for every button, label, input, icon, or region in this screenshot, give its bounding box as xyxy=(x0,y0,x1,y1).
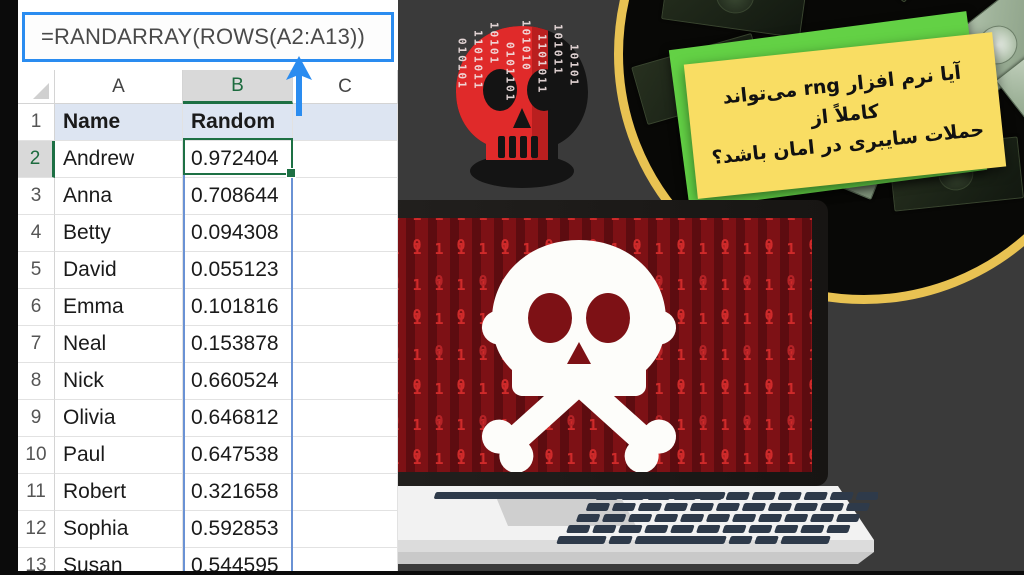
row-number[interactable]: 8 xyxy=(18,363,55,400)
cell-c9[interactable] xyxy=(293,400,398,437)
row-number[interactable]: 2 xyxy=(18,141,55,178)
table-row[interactable]: 9 Olivia 0.646812 xyxy=(18,400,398,437)
svg-text:1101011: 1101011 xyxy=(472,30,485,90)
cell-c10[interactable] xyxy=(293,437,398,474)
svg-text:0101101: 0101101 xyxy=(504,42,517,102)
left-border xyxy=(0,0,18,575)
rows-container: 1 Name Random 2 Andrew 0.972404 3 Anna 0… xyxy=(18,104,398,575)
cell-a11[interactable]: Robert xyxy=(55,474,183,511)
cell-c5[interactable] xyxy=(293,252,398,289)
pointer-arrow-icon xyxy=(286,56,312,116)
cell-a5[interactable]: David xyxy=(55,252,183,289)
cell-b3[interactable]: 0.708644 xyxy=(183,178,293,215)
row-number[interactable]: 11 xyxy=(18,474,55,511)
table-row[interactable]: 6 Emma 0.101816 xyxy=(18,289,398,326)
row-number[interactable]: 4 xyxy=(18,215,55,252)
table-row[interactable]: 10 Paul 0.647538 xyxy=(18,437,398,474)
cell-c3[interactable] xyxy=(293,178,398,215)
cell-a2[interactable]: Andrew xyxy=(55,141,183,178)
svg-text:101011: 101011 xyxy=(552,24,565,76)
table-row[interactable]: 11 Robert 0.321658 xyxy=(18,474,398,511)
cell-c4[interactable] xyxy=(293,215,398,252)
formula-input[interactable]: =RANDARRAY(ROWS(A2:A13)) xyxy=(22,12,394,62)
cell-c2[interactable] xyxy=(293,141,398,178)
column-header-row: A B C xyxy=(18,70,398,104)
cell-a7[interactable]: Neal xyxy=(55,326,183,363)
cell-b12[interactable]: 0.592853 xyxy=(183,511,293,548)
row-number[interactable]: 7 xyxy=(18,326,55,363)
cell-a10[interactable]: Paul xyxy=(55,437,183,474)
cell-a12[interactable]: Sophia xyxy=(55,511,183,548)
table-row[interactable]: 2 Andrew 0.972404 xyxy=(18,141,398,178)
cell-c8[interactable] xyxy=(293,363,398,400)
cell-b1[interactable]: Random xyxy=(183,104,293,141)
cell-a8[interactable]: Nick xyxy=(55,363,183,400)
callout-text: آیا نرم افزار rng می‌تواند کاملاً از حمل… xyxy=(686,55,1004,175)
svg-text:10101: 10101 xyxy=(488,22,501,65)
cell-a4[interactable]: Betty xyxy=(55,215,183,252)
cell-b8[interactable]: 0.660524 xyxy=(183,363,293,400)
cell-b2[interactable]: 0.972404 xyxy=(183,141,293,178)
row-number[interactable]: 6 xyxy=(18,289,55,326)
poster-canvas: آیا نرم افزار rng می‌تواند کاملاً از حمل… xyxy=(0,0,1024,575)
table-row[interactable]: 5 David 0.055123 xyxy=(18,252,398,289)
cell-c7[interactable] xyxy=(293,326,398,363)
table-row[interactable]: 7 Neal 0.153878 xyxy=(18,326,398,363)
row-number[interactable]: 1 xyxy=(18,104,55,141)
cell-b6[interactable]: 0.101816 xyxy=(183,289,293,326)
excel-spreadsheet: =RANDARRAY(ROWS(A2:A13)) A B C 1 Name Ra… xyxy=(18,0,398,575)
row-number[interactable]: 12 xyxy=(18,511,55,548)
cell-c12[interactable] xyxy=(293,511,398,548)
laptop-graphic: 1 0 0 xyxy=(318,200,878,564)
column-header-a[interactable]: A xyxy=(55,70,183,104)
column-header-b[interactable]: B xyxy=(183,70,293,104)
table-row[interactable]: 12 Sophia 0.592853 xyxy=(18,511,398,548)
table-row[interactable]: 3 Anna 0.708644 xyxy=(18,178,398,215)
select-all-corner[interactable] xyxy=(18,70,55,104)
cell-a3[interactable]: Anna xyxy=(55,178,183,215)
table-row[interactable]: 8 Nick 0.660524 xyxy=(18,363,398,400)
row-number[interactable]: 9 xyxy=(18,400,55,437)
table-row[interactable]: 4 Betty 0.094308 xyxy=(18,215,398,252)
row-number[interactable]: 5 xyxy=(18,252,55,289)
binary-skull-icon: 010101 1101011 10101 0101101 101010 1101… xyxy=(456,20,588,188)
cell-c11[interactable] xyxy=(293,474,398,511)
svg-text:010101: 010101 xyxy=(456,38,469,90)
table-row[interactable]: 1 Name Random xyxy=(18,104,398,141)
cell-b7[interactable]: 0.153878 xyxy=(183,326,293,363)
svg-text:101010: 101010 xyxy=(520,20,533,72)
cell-b4[interactable]: 0.094308 xyxy=(183,215,293,252)
bottom-border xyxy=(0,571,1024,575)
cell-a1[interactable]: Name xyxy=(55,104,183,141)
svg-text:10101: 10101 xyxy=(568,44,581,87)
row-number[interactable]: 10 xyxy=(18,437,55,474)
cell-b10[interactable]: 0.647538 xyxy=(183,437,293,474)
sheet-grid: A B C 1 Name Random 2 Andrew 0.972404 3 … xyxy=(18,70,398,575)
cell-a6[interactable]: Emma xyxy=(55,289,183,326)
cell-a9[interactable]: Olivia xyxy=(55,400,183,437)
cell-c6[interactable] xyxy=(293,289,398,326)
cell-b5[interactable]: 0.055123 xyxy=(183,252,293,289)
cell-b11[interactable]: 0.321658 xyxy=(183,474,293,511)
cell-b9[interactable]: 0.646812 xyxy=(183,400,293,437)
svg-text:1101011: 1101011 xyxy=(536,34,549,94)
formula-bar-wrapper: =RANDARRAY(ROWS(A2:A13)) xyxy=(22,12,394,62)
row-number[interactable]: 3 xyxy=(18,178,55,215)
